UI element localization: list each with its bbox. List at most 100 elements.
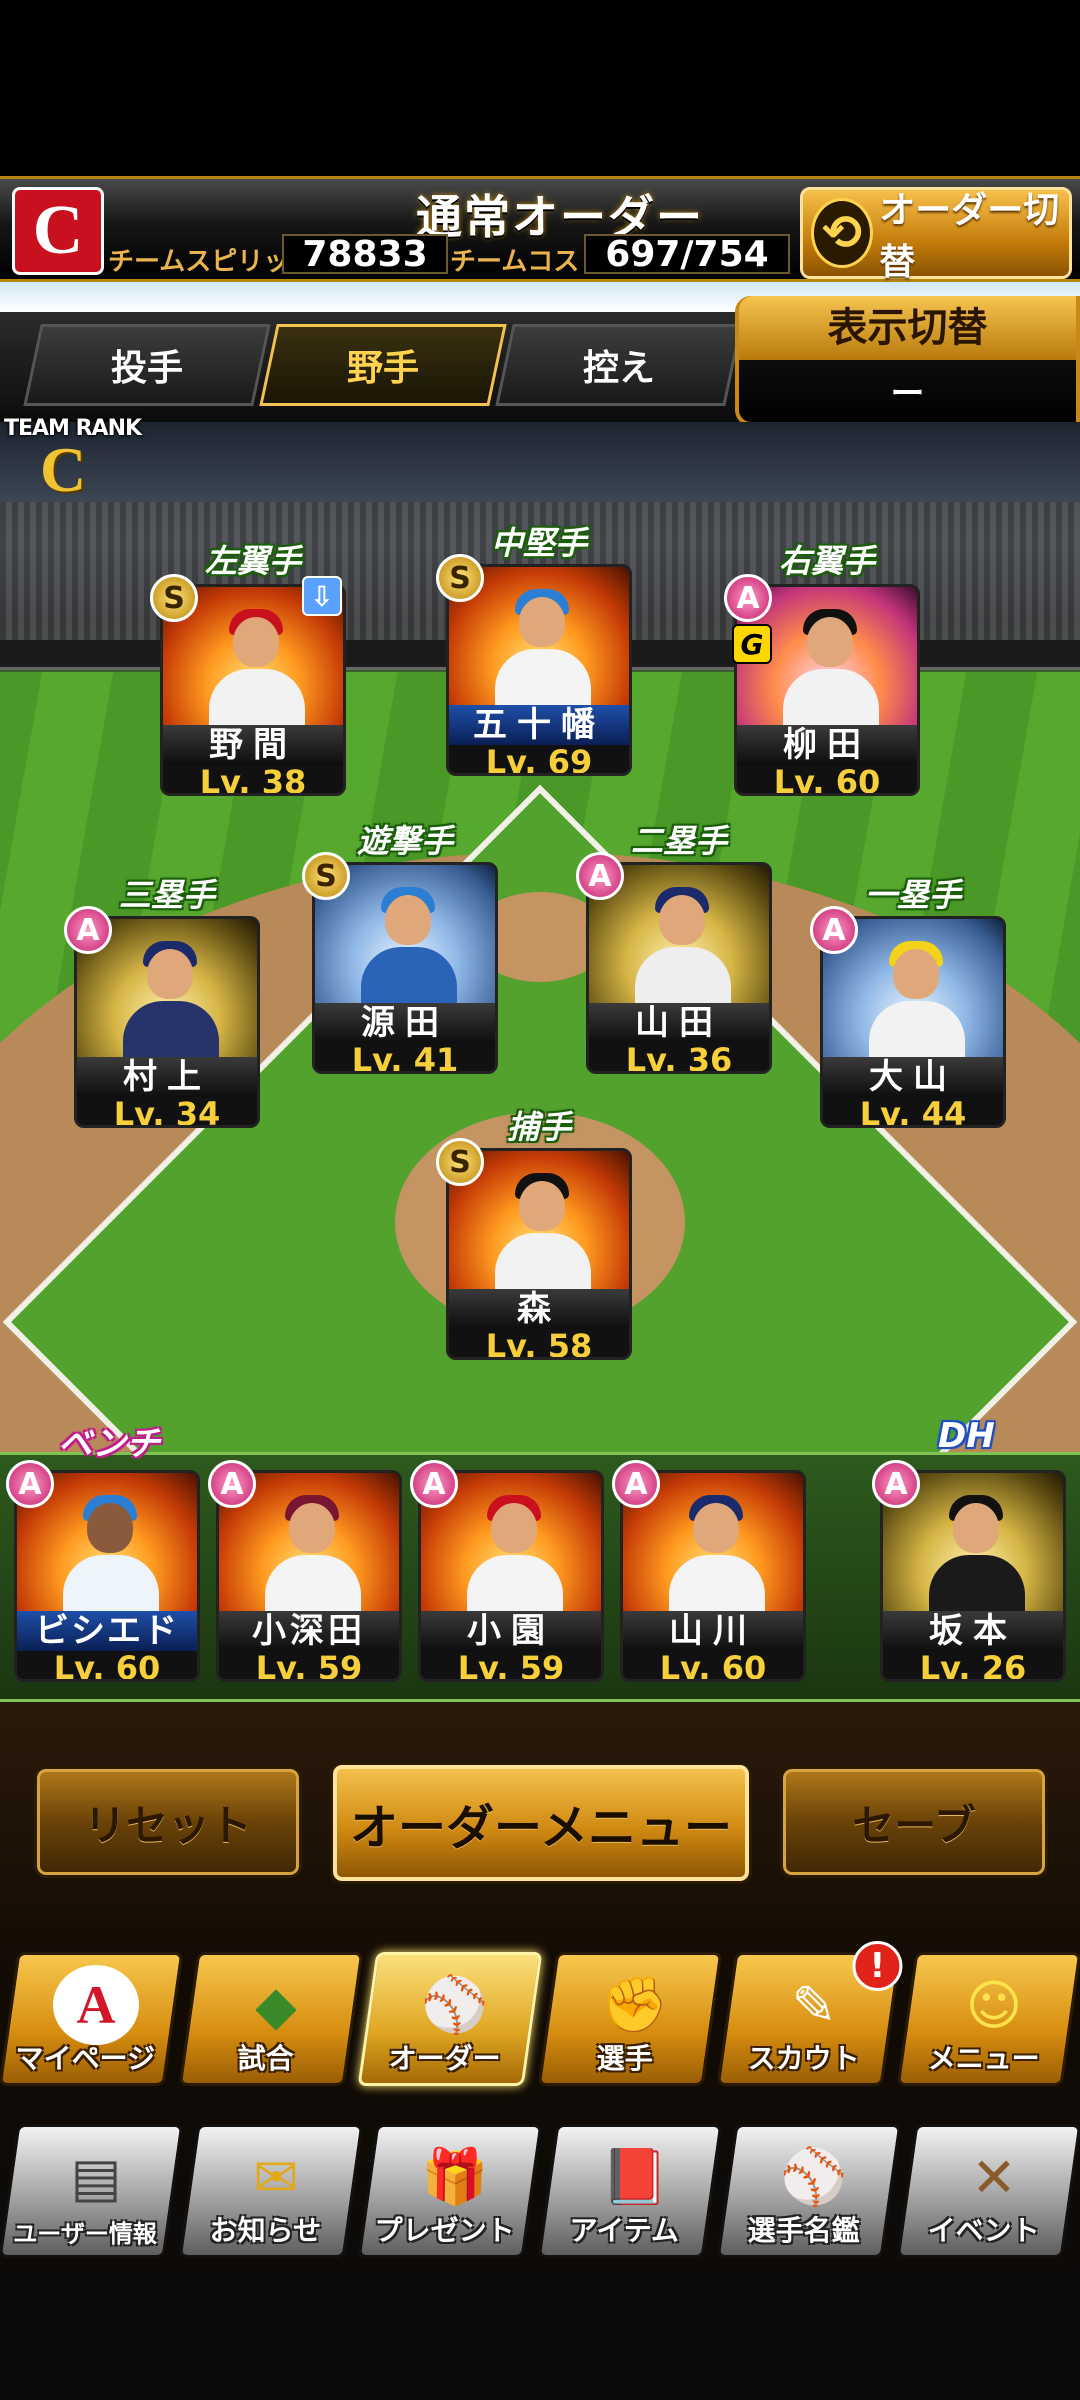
main-nav: A マイページ ◆ 試合 ⚾ オーダー ✊ 選手 ! ✎ スカウト ☺ メニュー bbox=[0, 1941, 1080, 2086]
nav-user-info-label: ユーザー情報 bbox=[13, 2220, 158, 2248]
nav-order[interactable]: ⚾ オーダー bbox=[357, 1952, 543, 2086]
nav-scout[interactable]: ! ✎ スカウト bbox=[716, 1941, 903, 2086]
rarity-a-badge: A bbox=[64, 906, 112, 954]
notification-badge: ! bbox=[852, 1941, 903, 1991]
bench-slot-2[interactable]: A 小深田 Lv. 59 bbox=[208, 1460, 402, 1690]
player-name: 源田 bbox=[315, 1003, 495, 1043]
player-name: 五十幡 bbox=[449, 705, 629, 745]
player-name: 大山 bbox=[823, 1057, 1003, 1097]
slot-third-base[interactable]: 三塁手 A 村上 Lv. 34 bbox=[64, 870, 260, 1140]
rarity-a-badge: A bbox=[6, 1460, 54, 1508]
order-menu-button[interactable]: オーダーメニュー bbox=[330, 1762, 752, 1884]
position-label: 三塁手 bbox=[118, 876, 215, 914]
display-toggle-title: 表示切替 bbox=[739, 296, 1076, 360]
rarity-s-badge: S bbox=[436, 554, 484, 602]
nav-mypage[interactable]: A マイページ bbox=[0, 1952, 184, 2086]
rarity-s-badge: S bbox=[150, 574, 198, 622]
player-name: 小園 bbox=[421, 1611, 601, 1651]
player-name: 森 bbox=[449, 1289, 629, 1329]
scout-icon: ✎ bbox=[791, 1973, 837, 2037]
order-screen: C 通常オーダー チームスピリッツ 78833 チームコスト 697/754 ⟲… bbox=[0, 0, 1080, 2400]
rarity-a-badge: A bbox=[724, 574, 772, 622]
nav-item[interactable]: 📕 アイテム bbox=[537, 2124, 723, 2258]
dh-slot[interactable]: A 坂本 Lv. 26 bbox=[872, 1460, 1066, 1690]
player-level: Lv. 69 bbox=[449, 745, 629, 773]
nav-notice-label: お知らせ bbox=[209, 2214, 321, 2247]
nav-notice[interactable]: ✉ お知らせ bbox=[178, 2124, 364, 2258]
nav-present-label: プレゼント bbox=[374, 2214, 515, 2247]
player-name: 柳田 bbox=[737, 725, 917, 765]
position-label: 二塁手 bbox=[630, 822, 727, 860]
player-name: 坂本 bbox=[883, 1611, 1063, 1651]
team-logo[interactable]: C bbox=[12, 187, 104, 275]
field-formation-icon: ⚾ bbox=[421, 1973, 489, 2036]
nav-present[interactable]: 🎁 プレゼント bbox=[357, 2124, 543, 2258]
slot-second-base[interactable]: 二塁手 A 山田 Lv. 36 bbox=[576, 816, 772, 1086]
nav-player-directory[interactable]: ⚾ 選手名鑑 bbox=[716, 2124, 902, 2258]
nav-player-directory-label: 選手名鑑 bbox=[748, 2214, 861, 2247]
nav-event[interactable]: ✕ イベント bbox=[896, 2124, 1080, 2258]
nav-player-label: 選手 bbox=[596, 2042, 653, 2075]
tab-reserve-label: 控え bbox=[582, 348, 655, 389]
player-name: 野間 bbox=[163, 725, 343, 765]
player-level: Lv. 59 bbox=[219, 1651, 399, 1679]
nav-item-label: アイテム bbox=[569, 2214, 680, 2247]
display-toggle-button[interactable]: 表示切替 ー bbox=[735, 296, 1080, 426]
tab-pitcher-label: 投手 bbox=[110, 348, 183, 389]
stadium-icon: ◆ bbox=[254, 1973, 297, 2037]
rarity-a-badge: A bbox=[810, 906, 858, 954]
team-rank-value: C bbox=[40, 434, 87, 505]
slot-left-field[interactable]: 左翼手 S ⇩ 野間 Lv. 38 bbox=[150, 536, 346, 806]
sub-nav: ▤ ユーザー情報 ✉ お知らせ 🎁 プレゼント 📕 アイテム ⚾ 選手名鑑 ✕ … bbox=[0, 2124, 1080, 2258]
slot-right-field[interactable]: 右翼手 A G 柳田 Lv. 60 bbox=[724, 536, 920, 806]
order-header: C 通常オーダー チームスピリッツ 78833 チームコスト 697/754 ⟲… bbox=[0, 176, 1080, 283]
slot-first-base[interactable]: 一塁手 A 大山 Lv. 44 bbox=[810, 870, 1006, 1140]
slot-catcher[interactable]: 捕手 S 森 Lv. 58 bbox=[436, 1102, 632, 1372]
switch-order-button[interactable]: ⟲ オーダー切替 bbox=[800, 187, 1072, 283]
bench-slot-1[interactable]: A ビシエド Lv. 60 bbox=[6, 1460, 200, 1690]
nav-menu[interactable]: ☺ メニュー bbox=[896, 1952, 1080, 2086]
bench-slot-4[interactable]: A 山川 Lv. 60 bbox=[612, 1460, 806, 1690]
player-level: Lv. 60 bbox=[623, 1651, 803, 1679]
condition-down-icon: ⇩ bbox=[302, 576, 342, 616]
bench-slot-3[interactable]: A 小園 Lv. 59 bbox=[410, 1460, 604, 1690]
player-level: Lv. 58 bbox=[449, 1329, 629, 1357]
refresh-arrows-icon: ⟲ bbox=[811, 198, 874, 268]
tab-fielder[interactable]: 野手 bbox=[259, 324, 507, 406]
display-toggle-value: ー bbox=[890, 374, 925, 414]
rarity-a-badge: A bbox=[410, 1460, 458, 1508]
slot-shortstop[interactable]: 遊撃手 S 源田 Lv. 41 bbox=[302, 816, 498, 1086]
team-cost-value: 697/754 bbox=[584, 234, 790, 275]
tab-pitcher[interactable]: 投手 bbox=[23, 324, 271, 406]
nav-user-info[interactable]: ▤ ユーザー情報 bbox=[0, 2124, 184, 2258]
position-label: 右翼手 bbox=[778, 542, 875, 580]
player-level: Lv. 60 bbox=[737, 765, 917, 793]
nav-order-label: オーダー bbox=[388, 2042, 501, 2075]
g-badge-icon: G bbox=[732, 624, 772, 664]
player-level: Lv. 36 bbox=[589, 1043, 769, 1071]
player-name: 山田 bbox=[589, 1003, 769, 1043]
nav-player[interactable]: ✊ 選手 bbox=[537, 1952, 723, 2086]
position-label: 一塁手 bbox=[864, 876, 961, 914]
nav-event-label: イベント bbox=[927, 2214, 1040, 2247]
slot-center-field[interactable]: 中堅手 S 五十幡 Lv. 69 bbox=[436, 518, 632, 788]
player-level: Lv. 41 bbox=[315, 1043, 495, 1071]
user-card-icon: ▤ bbox=[70, 2145, 122, 2209]
nav-menu-label: メニュー bbox=[927, 2042, 1040, 2075]
reset-button[interactable]: リセット bbox=[34, 1766, 302, 1878]
player-level: Lv. 60 bbox=[17, 1651, 197, 1679]
dh-title: DH bbox=[938, 1416, 995, 1456]
player-level: Lv. 59 bbox=[421, 1651, 601, 1679]
gift-icon: 🎁 bbox=[421, 2145, 489, 2208]
nav-mypage-label: マイページ bbox=[15, 2042, 156, 2075]
player-name: 小深田 bbox=[219, 1611, 399, 1651]
position-label: 捕手 bbox=[506, 1108, 571, 1146]
tab-reserve[interactable]: 控え bbox=[495, 324, 743, 406]
save-button[interactable]: セーブ bbox=[780, 1766, 1048, 1878]
bench-title: ベンチ bbox=[58, 1424, 160, 1464]
team-spirits-value: 78833 bbox=[282, 234, 448, 275]
nav-game[interactable]: ◆ 試合 bbox=[178, 1952, 364, 2086]
player-level: Lv. 44 bbox=[823, 1097, 1003, 1125]
tab-fielder-label: 野手 bbox=[346, 348, 419, 389]
player-level: Lv. 38 bbox=[163, 765, 343, 793]
